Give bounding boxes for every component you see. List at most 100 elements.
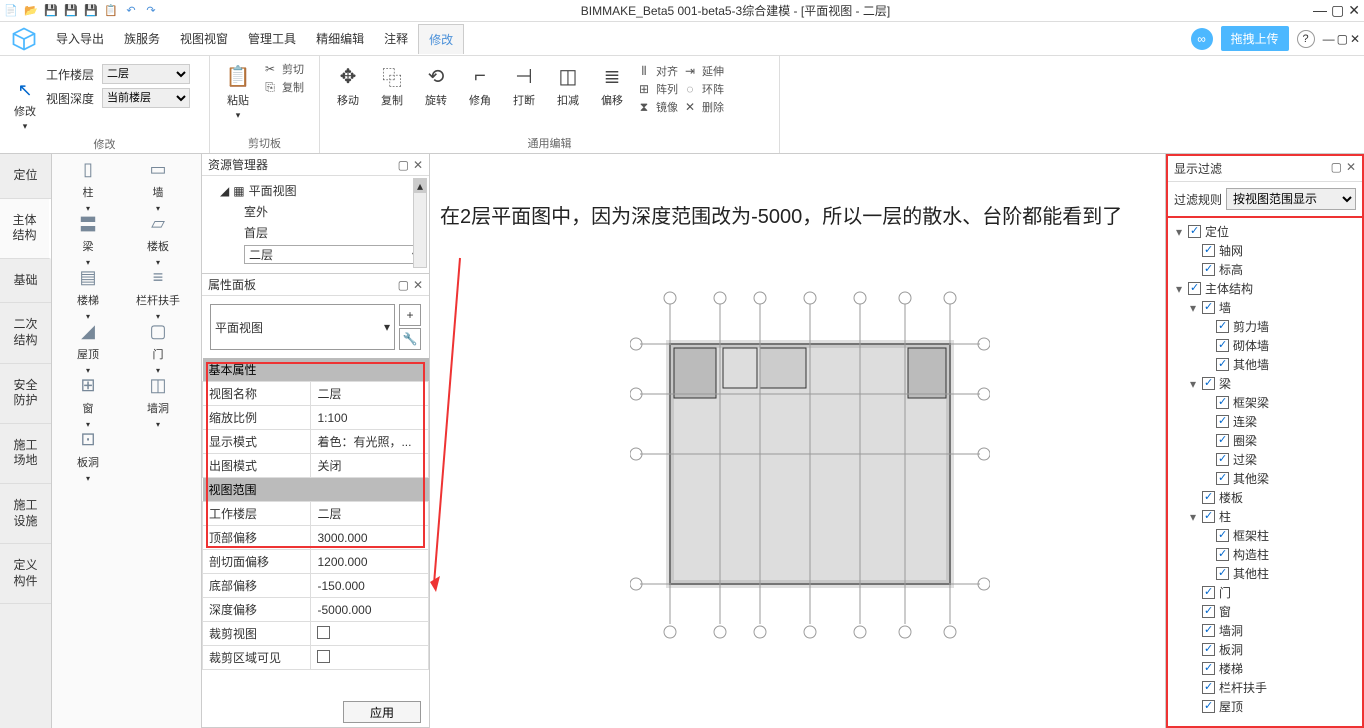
dock2-icon[interactable]: ▢	[398, 278, 409, 292]
mirror-button[interactable]: ⧗镜像	[636, 98, 678, 116]
close-panel-icon[interactable]: ✕	[413, 158, 423, 172]
upload-button[interactable]: 拖拽上传	[1221, 26, 1289, 51]
new-icon[interactable]: 📄	[4, 4, 18, 18]
save-icon[interactable]: 💾	[44, 4, 58, 18]
tree-node[interactable]: 圈梁	[1170, 431, 1360, 450]
extend-button[interactable]: ⇥延伸	[682, 62, 724, 80]
ring-button[interactable]: ◌环阵	[682, 80, 724, 98]
prop-val[interactable]: 着色：有光照，...	[311, 430, 429, 454]
min2-icon[interactable]: —	[1323, 32, 1335, 46]
palette-门[interactable]: ▢门▾	[124, 322, 192, 374]
cut-button[interactable]: ✂剪切	[262, 60, 304, 78]
menu-管理工具[interactable]: 管理工具	[238, 24, 306, 54]
rotate-button[interactable]: ⟲旋转	[416, 60, 456, 110]
tree-node[interactable]: 楼板	[1170, 488, 1360, 507]
corner-button[interactable]: ⌐修角	[460, 60, 500, 110]
close-icon[interactable]: ✕	[1348, 2, 1360, 19]
palette-楼板[interactable]: ▱楼板▾	[124, 214, 192, 266]
left-tab-7[interactable]: 定义构件	[0, 544, 51, 604]
dock-icon[interactable]: ▢	[398, 158, 409, 172]
tree-node[interactable]: ▾定位	[1170, 222, 1360, 241]
menu-精细编辑[interactable]: 精细编辑	[306, 24, 374, 54]
delete-button[interactable]: ✕删除	[682, 98, 724, 116]
prop-val[interactable]: 3000.000	[311, 526, 429, 550]
left-tab-1[interactable]: 主体结构	[0, 199, 51, 259]
prop-val[interactable]	[311, 622, 429, 646]
menu-族服务[interactable]: 族服务	[114, 24, 170, 54]
palette-楼梯[interactable]: ▤楼梯▾	[54, 268, 122, 320]
menu-视图视窗[interactable]: 视图视窗	[170, 24, 238, 54]
add-type-icon[interactable]: +	[399, 304, 421, 326]
tree-node[interactable]: 砌体墙	[1170, 336, 1360, 355]
help-icon[interactable]: ?	[1297, 30, 1315, 48]
menu-注释[interactable]: 注释	[374, 24, 418, 54]
prop-val[interactable]: 二层	[311, 502, 429, 526]
menu-修改[interactable]: 修改	[418, 24, 464, 54]
open-icon[interactable]: 📂	[24, 4, 38, 18]
scrollbar[interactable]: ▴	[413, 178, 427, 268]
tree-node[interactable]: 门	[1170, 583, 1360, 602]
redo-icon[interactable]: ↷	[144, 4, 158, 18]
tree-node[interactable]: 剪力墙	[1170, 317, 1360, 336]
tree-node[interactable]: 其他柱	[1170, 564, 1360, 583]
work-floor-select[interactable]: 二层	[102, 64, 190, 84]
filter-rule-select[interactable]: 按视图范围显示	[1226, 188, 1356, 210]
undo-icon[interactable]: ↶	[124, 4, 138, 18]
view-depth-select[interactable]: 当前楼层	[102, 88, 190, 108]
prop-val[interactable]: 1:100	[311, 406, 429, 430]
filter-tree[interactable]: ▾定位轴网标高▾主体结构▾墙剪力墙砌体墙其他墙▾梁框架梁连梁圈梁过梁其他梁楼板▾…	[1168, 218, 1362, 726]
copy-icon[interactable]: 📋	[104, 4, 118, 18]
left-tab-4[interactable]: 安全防护	[0, 364, 51, 424]
tree-node[interactable]: 楼梯	[1170, 659, 1360, 678]
copy2-button[interactable]: ⿻复制	[372, 60, 412, 110]
move-button[interactable]: ✥移动	[328, 60, 368, 110]
tree-node[interactable]: 屋顶	[1170, 697, 1360, 716]
tree-node[interactable]: 框架梁	[1170, 393, 1360, 412]
palette-墙[interactable]: ▭墙▾	[124, 160, 192, 212]
cursor-icon[interactable]: ↖	[17, 80, 32, 101]
palette-窗[interactable]: ⊞窗▾	[54, 376, 122, 428]
prop-val[interactable]: -5000.000	[311, 598, 429, 622]
palette-墙洞[interactable]: ◫墙洞▾	[124, 376, 192, 428]
trim-button[interactable]: ◫扣减	[548, 60, 588, 110]
paste-icon[interactable]: 📋	[224, 62, 252, 90]
close2-panel-icon[interactable]: ✕	[413, 278, 423, 292]
close2-icon[interactable]: ✕	[1350, 32, 1360, 46]
dock3-icon[interactable]: ▢	[1331, 160, 1342, 177]
palette-屋顶[interactable]: ◢屋顶▾	[54, 322, 122, 374]
tree-node[interactable]: 框架柱	[1170, 526, 1360, 545]
tree-node[interactable]: 窗	[1170, 602, 1360, 621]
palette-板洞[interactable]: ⊡板洞▾	[54, 430, 122, 482]
menu-导入导出[interactable]: 导入导出	[46, 24, 114, 54]
left-tab-5[interactable]: 施工场地	[0, 424, 51, 484]
tree-node[interactable]: 标高	[1170, 260, 1360, 279]
tree-node[interactable]: 其他梁	[1170, 469, 1360, 488]
tree-node[interactable]: 过梁	[1170, 450, 1360, 469]
palette-柱[interactable]: ▯柱▾	[54, 160, 122, 212]
tree-node[interactable]: 连梁	[1170, 412, 1360, 431]
palette-梁[interactable]: 〓梁▾	[54, 214, 122, 266]
tree-node[interactable]: ▾梁	[1170, 374, 1360, 393]
apply-button[interactable]: 应用	[343, 701, 421, 723]
prop-val[interactable]: 关闭	[311, 454, 429, 478]
break-button[interactable]: ⊣打断	[504, 60, 544, 110]
cloud-icon[interactable]: ∞	[1191, 28, 1213, 50]
max2-icon[interactable]: ▢	[1337, 32, 1348, 46]
left-tab-6[interactable]: 施工设施	[0, 484, 51, 544]
minimize-icon[interactable]: —	[1313, 2, 1327, 19]
prop-val[interactable]	[311, 646, 429, 670]
copy-button[interactable]: ⎘复制	[262, 78, 304, 96]
resource-tree[interactable]: ◢▦平面视图 室外 首层 二层▾ ▴	[202, 176, 429, 270]
tree-node[interactable]: 栏杆扶手	[1170, 678, 1360, 697]
tree-node[interactable]: 板洞	[1170, 640, 1360, 659]
app-logo[interactable]	[4, 22, 44, 56]
saveas-icon[interactable]: 💾	[64, 4, 78, 18]
tree-node[interactable]: 墙洞	[1170, 621, 1360, 640]
prop-val[interactable]: 1200.000	[311, 550, 429, 574]
offset-button[interactable]: ≣偏移	[592, 60, 632, 110]
align-button[interactable]: ⫴对齐	[636, 62, 678, 80]
left-tab-0[interactable]: 定位	[0, 154, 51, 199]
maximize-icon[interactable]: ▢	[1331, 2, 1344, 19]
tree-node[interactable]: ▾墙	[1170, 298, 1360, 317]
close3-icon[interactable]: ✕	[1346, 160, 1356, 177]
